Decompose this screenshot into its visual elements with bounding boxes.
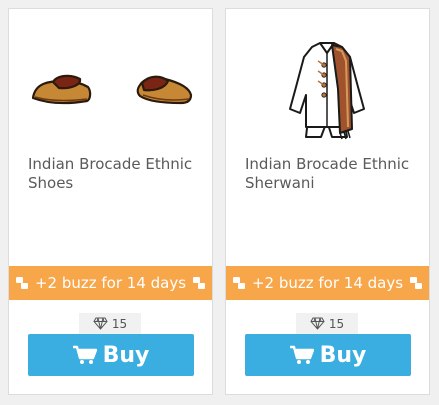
price-badge: 15 <box>296 313 358 334</box>
product-card: Indian Brocade Ethnic Sherwani +2 buzz f… <box>225 8 430 395</box>
product-card: Indian Brocade Ethnic Shoes +2 buzz for … <box>8 8 213 395</box>
product-image <box>226 9 429 149</box>
cart-icon <box>72 345 97 364</box>
buzz-text: +2 buzz for 14 days <box>251 274 404 292</box>
buy-label: Buy <box>319 342 367 368</box>
buzz-icon <box>233 277 245 289</box>
buzz-icon <box>410 277 422 289</box>
price-value: 15 <box>328 316 345 331</box>
sherwani-icon <box>289 42 365 140</box>
buzz-bar: +2 buzz for 14 days <box>9 266 212 300</box>
diamond-icon <box>93 317 108 330</box>
cart-icon <box>289 345 314 364</box>
buy-button[interactable]: Buy <box>245 334 411 376</box>
buzz-text: +2 buzz for 14 days <box>34 274 187 292</box>
price-value: 15 <box>111 316 128 331</box>
buy-label: Buy <box>102 342 150 368</box>
buzz-bar: +2 buzz for 14 days <box>226 266 429 300</box>
buzz-icon <box>193 277 205 289</box>
product-name[interactable]: Indian Brocade Ethnic Shoes <box>28 155 202 193</box>
diamond-icon <box>310 317 325 330</box>
price-badge: 15 <box>79 313 141 334</box>
buzz-icon <box>16 277 28 289</box>
product-name[interactable]: Indian Brocade Ethnic Sherwani <box>245 155 419 193</box>
buy-button[interactable]: Buy <box>28 334 194 376</box>
shoes-icon <box>31 74 193 105</box>
product-image <box>9 9 212 149</box>
